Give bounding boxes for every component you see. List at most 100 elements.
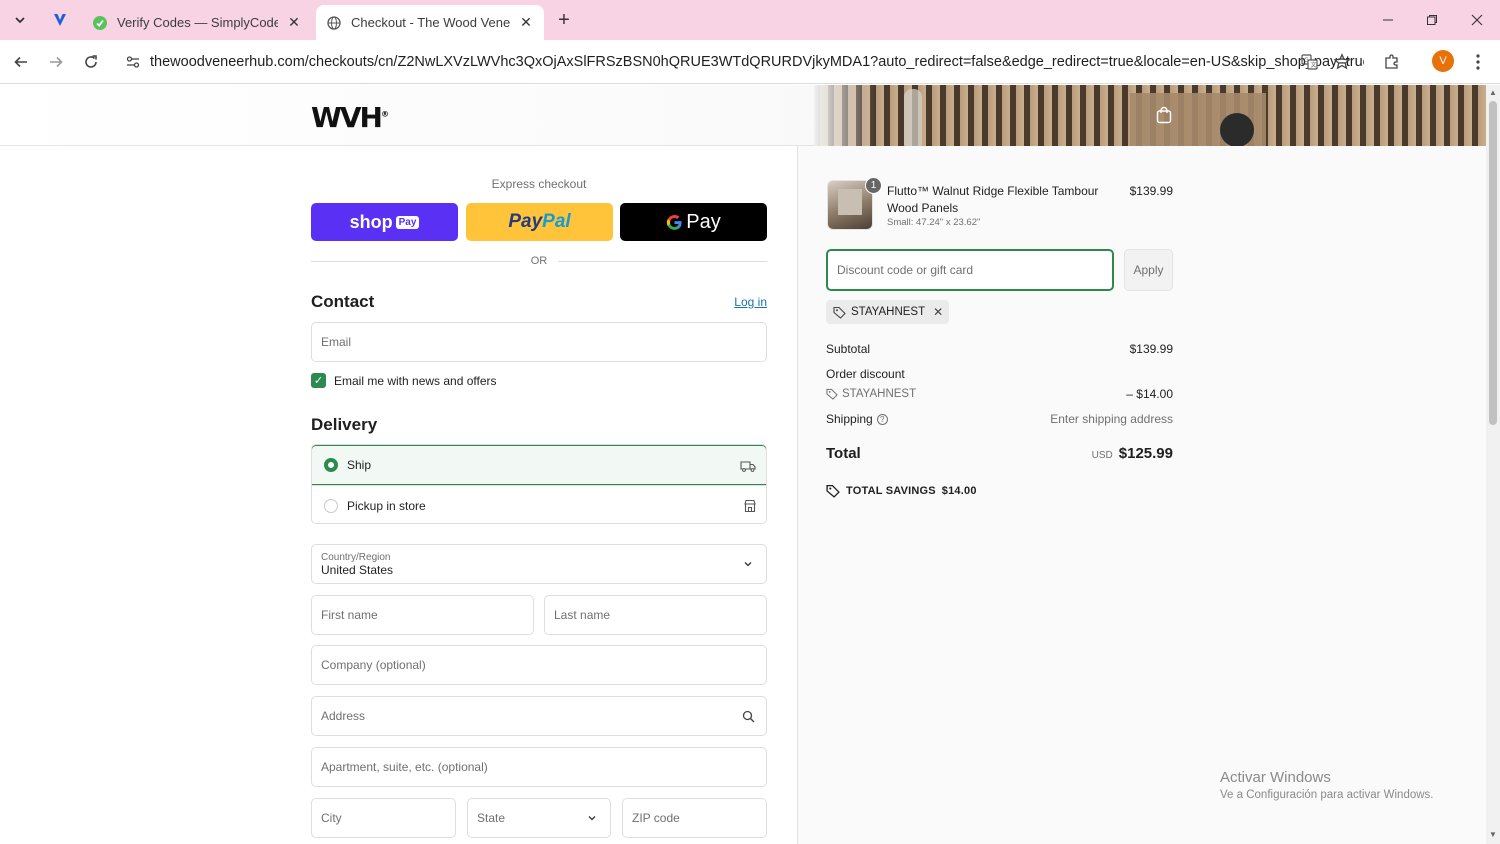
discount-value: – $14.00 — [1126, 387, 1173, 401]
simplycodes-favicon-icon — [92, 15, 108, 31]
email-field[interactable]: Email — [311, 322, 767, 362]
tab-title: Checkout - The Wood Veneer H — [351, 15, 510, 30]
search-icon — [740, 708, 756, 724]
ship-label: Ship — [347, 458, 372, 472]
store-icon — [742, 498, 758, 514]
globe-favicon-icon — [326, 15, 342, 31]
last-name-field[interactable]: Last name — [544, 595, 767, 635]
banner-vase-shape — [904, 89, 922, 146]
discount-code-row: STAYAHNEST – $14.00 — [826, 387, 1173, 401]
browser-toolbar: thewoodveneerhub.com/checkouts/cn/Z2NwLX… — [0, 40, 1500, 84]
discount-placeholder: Discount code or gift card — [837, 263, 974, 277]
total-savings: TOTAL SAVINGS $14.00 — [826, 484, 977, 498]
shop-pay-text: shop — [349, 211, 393, 232]
header-banner-image — [814, 85, 1486, 146]
store-logo[interactable]: WVH® — [311, 101, 389, 134]
apartment-placeholder: Apartment, suite, etc. (optional) — [321, 760, 488, 774]
bookmark-star-icon[interactable] — [1330, 50, 1354, 74]
scroll-down-arrow-icon[interactable]: ▼ — [1488, 830, 1498, 840]
paypal-text-pal: Pal — [542, 211, 571, 232]
watermark-line-2: Ve a Configuración para activar Windows. — [1220, 789, 1434, 801]
scroll-thumb[interactable] — [1489, 101, 1497, 425]
shopping-bag-icon[interactable] — [1153, 104, 1175, 126]
tab-bar: Verify Codes — SimplyCodes ✕ Checkout - … — [0, 0, 1500, 40]
discount-code-input[interactable]: Discount code or gift card — [826, 249, 1114, 291]
product-name: Flutto™ Walnut Ridge Flexible Tambour Wo… — [887, 184, 1099, 215]
close-tab-icon[interactable]: ✕ — [516, 13, 536, 33]
tag-icon — [826, 388, 838, 400]
ship-radio[interactable] — [324, 458, 338, 472]
gpay-text: Pay — [686, 210, 721, 233]
store-header: WVH® — [0, 85, 1486, 146]
tab-search-chevron-icon[interactable] — [8, 8, 32, 32]
first-name-placeholder: First name — [321, 608, 378, 622]
pickup-radio[interactable] — [324, 498, 338, 513]
watermark-line-1: Activar Windows — [1220, 769, 1331, 786]
address-field[interactable]: Address — [311, 696, 767, 736]
state-placeholder: State — [477, 811, 506, 825]
express-checkout-label: Express checkout — [491, 177, 587, 191]
address-bar[interactable]: thewoodveneerhub.com/checkouts/cn/Z2NwLX… — [116, 46, 1364, 78]
tab-simplycodes[interactable]: Verify Codes — SimplyCodes ✕ — [82, 5, 312, 40]
reload-icon[interactable] — [79, 50, 103, 74]
country-label: Country/Region — [321, 551, 391, 563]
shop-pay-button[interactable]: shop Pay — [311, 203, 458, 241]
column-divider — [797, 146, 798, 844]
more-menu-icon[interactable] — [1466, 50, 1490, 74]
page-scrollbar[interactable]: ▲ ▼ — [1486, 85, 1500, 844]
remove-code-icon[interactable]: ✕ — [933, 305, 943, 319]
delivery-truck-icon — [740, 458, 756, 474]
google-pay-button[interactable]: Pay — [620, 203, 767, 241]
city-field[interactable]: City — [311, 798, 456, 838]
url-text: thewoodveneerhub.com/checkouts/cn/Z2NwLX… — [150, 54, 1364, 70]
delivery-heading: Delivery — [311, 415, 378, 434]
applied-code-text: STAYAHNEST — [851, 306, 926, 318]
first-name-field[interactable]: First name — [311, 595, 534, 635]
state-select[interactable]: State — [467, 798, 611, 838]
close-window-icon[interactable] — [1463, 6, 1491, 34]
svg-text:G: G — [1304, 57, 1309, 64]
profile-avatar[interactable]: V — [1432, 50, 1454, 72]
google-g-icon — [666, 214, 683, 231]
restore-window-icon[interactable] — [1418, 6, 1446, 34]
ship-option[interactable]: Ship — [312, 445, 766, 485]
banner-ball-shape — [1220, 113, 1254, 146]
paypal-button[interactable]: Pay Pal — [466, 203, 613, 241]
back-arrow-icon[interactable] — [9, 50, 33, 74]
newsletter-checkbox-row[interactable]: ✓ Email me with news and offers — [311, 373, 497, 388]
country-select[interactable]: Country/Region United States — [311, 544, 767, 584]
zip-field[interactable]: ZIP code — [622, 798, 767, 838]
extensions-puzzle-icon[interactable] — [1380, 50, 1404, 74]
scroll-up-arrow-icon[interactable]: ▲ — [1488, 88, 1498, 98]
product-price: $139.99 — [1129, 184, 1173, 198]
tab-checkout[interactable]: Checkout - The Wood Veneer H ✕ — [316, 5, 544, 40]
new-tab-plus-icon[interactable]: + — [552, 8, 576, 32]
shipping-label: Shipping — [826, 412, 873, 426]
savings-value: $14.00 — [941, 485, 977, 497]
contact-heading: Contact — [311, 292, 375, 311]
login-link[interactable]: Log in — [700, 295, 767, 309]
windows-activation-watermark: Activar Windows Ve a Configuración para … — [1220, 769, 1434, 801]
pickup-label: Pickup in store — [347, 498, 426, 513]
subtotal-label: Subtotal — [826, 342, 871, 356]
last-name-placeholder: Last name — [554, 608, 611, 622]
site-info-tune-icon[interactable] — [116, 46, 150, 78]
close-tab-icon[interactable]: ✕ — [284, 13, 304, 33]
tag-icon — [826, 484, 840, 498]
company-field[interactable]: Company (optional) — [311, 645, 767, 685]
translate-icon[interactable]: G文 — [1298, 50, 1322, 74]
shipping-value: Enter shipping address — [1050, 412, 1173, 426]
quantity-badge: 1 — [865, 177, 882, 194]
discount-code-label: STAYAHNEST — [826, 388, 916, 400]
or-label: OR — [520, 255, 558, 267]
apply-discount-button[interactable]: Apply — [1124, 249, 1173, 291]
newsletter-checkbox[interactable]: ✓ — [311, 373, 326, 388]
help-question-icon[interactable]: ? — [876, 413, 888, 425]
pickup-option[interactable]: Pickup in store — [312, 485, 766, 523]
banner-fade — [814, 85, 874, 146]
minimize-window-icon[interactable] — [1374, 6, 1402, 34]
apartment-field[interactable]: Apartment, suite, etc. (optional) — [311, 747, 767, 787]
country-value: United States — [321, 562, 394, 577]
pinned-tab-v-icon[interactable] — [48, 8, 72, 32]
forward-arrow-icon[interactable] — [44, 50, 68, 74]
